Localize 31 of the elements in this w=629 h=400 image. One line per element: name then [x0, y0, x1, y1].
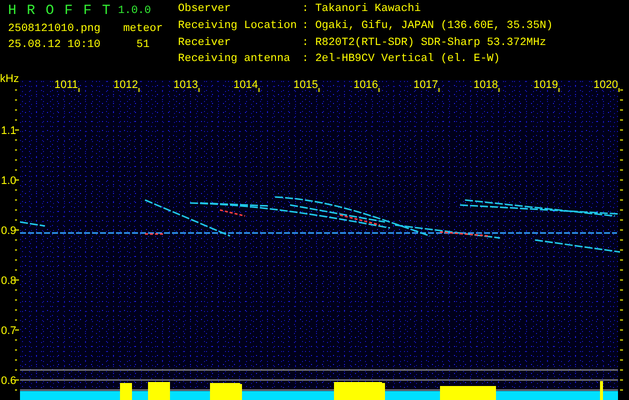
- info-value: : Takanori Kawachi: [302, 3, 422, 17]
- y-axis-label: 0.9: [1, 225, 16, 237]
- x-axis-label: 1012: [114, 79, 138, 91]
- y-axis-label: 1.1: [1, 125, 16, 137]
- meteor-count: 51: [135, 39, 151, 51]
- info-label: Observer: [178, 3, 232, 17]
- x-axis-label: 1014: [234, 79, 258, 91]
- x-axis-label: 1011: [54, 79, 78, 91]
- info-label: Receiving antenna: [178, 53, 292, 68]
- x-axis-label: 1019: [534, 79, 558, 91]
- timestamp: 25.08.12 10:10: [8, 39, 102, 51]
- app-title: H R O F F T: [8, 3, 112, 19]
- info-value: : R820T2(RTL-SDR) SDR-Sharp 53.372MHz: [302, 36, 548, 50]
- info-label: Receiving Location: [178, 20, 298, 34]
- x-axis-label: 1016: [354, 79, 378, 91]
- info-value: : 2el-HB9CV Vertical (el. E-W): [302, 53, 502, 68]
- count-label: meteor: [122, 23, 164, 35]
- version-label: 1.0.0: [118, 5, 152, 17]
- y-axis-label: 0.7: [1, 325, 16, 337]
- x-axis-label: 1015: [294, 79, 318, 91]
- y-axis-label: 0.6: [1, 375, 16, 387]
- axis-unit-label: kHz: [0, 73, 19, 85]
- y-axis-label: 1.0: [1, 175, 16, 187]
- x-axis-label: 1017: [414, 79, 438, 91]
- info-value: : Ogaki, Gifu, JAPAN (136.60E, 35.35N): [302, 20, 553, 34]
- x-axis-label: 1018: [474, 79, 498, 91]
- info-label: Receiver: [178, 36, 232, 50]
- x-axis-label: 1020: [594, 79, 618, 91]
- x-axis-label: 1013: [174, 79, 198, 91]
- y-axis-label: 0.8: [1, 275, 16, 287]
- file-name: 2508121010.png: [8, 23, 102, 35]
